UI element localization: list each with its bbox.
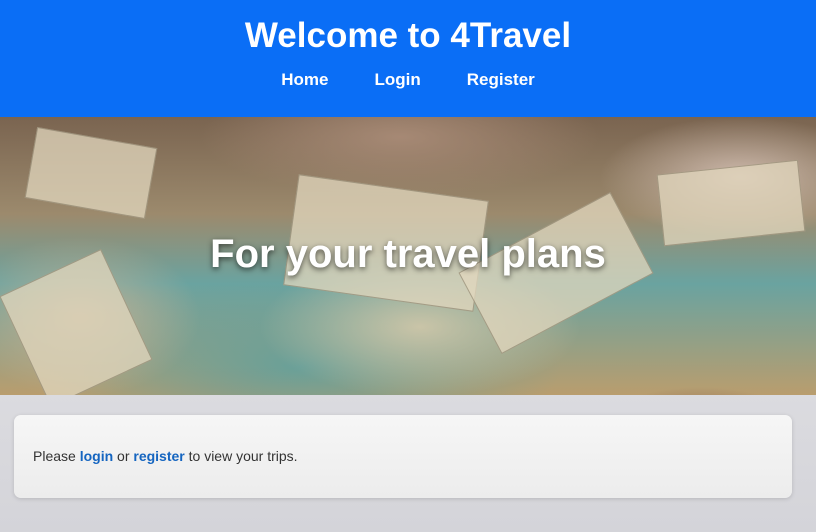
register-link[interactable]: register xyxy=(133,448,184,464)
banknote-decoration xyxy=(24,126,158,220)
nav-home-link[interactable]: Home xyxy=(281,70,328,90)
main-nav: Home Login Register xyxy=(0,70,816,90)
site-header: Welcome to 4Travel Home Login Register xyxy=(0,0,816,117)
hero-headline: For your travel plans xyxy=(210,232,606,276)
hero-banner-image: For your travel plans xyxy=(0,117,816,395)
info-card: Please login or register to view your tr… xyxy=(14,415,792,498)
site-title: Welcome to 4Travel xyxy=(244,16,572,55)
prompt-suffix: to view your trips. xyxy=(188,448,298,464)
prompt-middle: or xyxy=(117,448,130,464)
prompt-prefix: Please xyxy=(33,448,76,464)
login-link[interactable]: login xyxy=(80,448,113,464)
nav-login-link[interactable]: Login xyxy=(374,70,420,90)
login-prompt: Please login or register to view your tr… xyxy=(33,448,298,464)
nav-register-link[interactable]: Register xyxy=(467,70,535,90)
